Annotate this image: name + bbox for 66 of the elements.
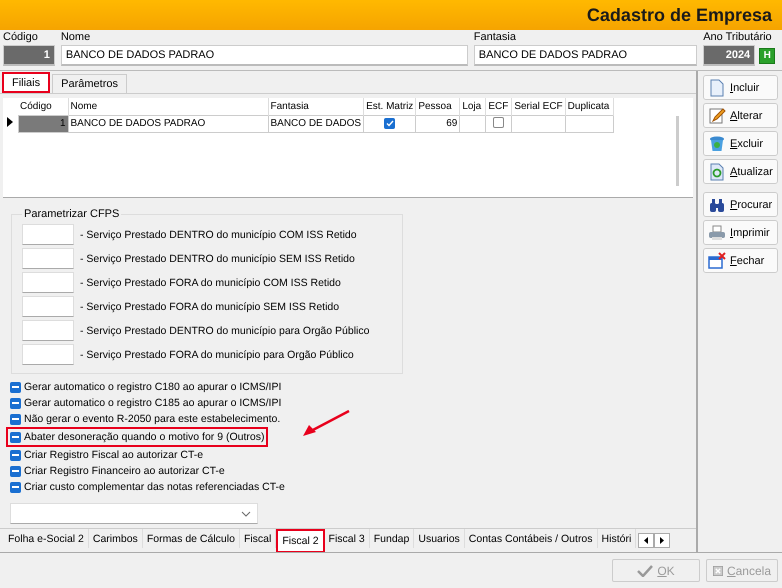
table-cell: BANCO DE DADOS <box>268 115 364 132</box>
printer-icon <box>708 224 726 242</box>
option-label: Criar Registro Financeiro ao autorizar CT-e <box>24 465 225 477</box>
input-field[interactable] <box>22 296 74 317</box>
refresh-icon <box>708 162 726 180</box>
table-cell: 1 <box>18 115 68 132</box>
option-label: Criar Registro Fiscal ao autorizar CT-e <box>24 449 204 461</box>
option-label: Criar custo complementar das notas referenciadas CT-e <box>24 481 285 493</box>
checkbox[interactable] <box>10 482 21 492</box>
toolbar-button[interactable]: Fechar <box>703 248 778 273</box>
field-label: - Serviço Prestado DENTRO do município para Orgão Público <box>80 324 370 336</box>
toolbar-button[interactable]: Procurar <box>703 192 778 217</box>
field-label: - Serviço Prestado DENTRO do município SEM ISS Retido <box>80 252 355 264</box>
scroll-right-button[interactable] <box>654 533 670 548</box>
name-field[interactable]: BANCO DE DADOS PADRAO <box>60 45 468 66</box>
close-window-icon <box>708 252 726 270</box>
triangle-right-icon <box>660 537 664 544</box>
option-label: Abater desoneração quando o motivo for 9 (Outros) <box>24 431 264 443</box>
tab[interactable]: Filiais <box>2 72 50 93</box>
checkbox[interactable] <box>10 414 21 424</box>
field-label: - Serviço Prestado FORA do município para Orgão Público <box>80 348 354 360</box>
field-label: Código <box>3 31 39 45</box>
triangle-left-icon <box>644 537 648 544</box>
input-field[interactable] <box>22 224 74 245</box>
annotation-arrow <box>301 409 352 439</box>
field-label: Nome <box>60 31 92 45</box>
toolbar-button[interactable]: Alterar <box>703 103 778 128</box>
field-label: - Serviço Prestado FORA do município SEM ISS Retido <box>80 300 340 312</box>
year-field[interactable]: 2024 <box>703 45 756 66</box>
field-label: - Serviço Prestado DENTRO do município COM ISS Retido <box>80 228 357 240</box>
tab[interactable]: Parâmetros <box>52 74 127 93</box>
checkbox[interactable] <box>493 116 504 128</box>
toolbar-button[interactable]: Incluir <box>703 75 778 100</box>
toolbar-button[interactable]: Imprimir <box>703 220 778 245</box>
scroll-left-button[interactable] <box>638 533 654 548</box>
checkbox[interactable] <box>384 118 396 128</box>
toolbar-button[interactable]: Excluir <box>703 131 778 156</box>
checkbox[interactable] <box>10 382 21 392</box>
option-label: Não gerar o evento R-2050 para este estabelecimento. <box>24 413 280 425</box>
table-cell: 69 <box>416 115 460 132</box>
pencil-icon <box>708 106 726 124</box>
field-label: Fantasia <box>474 31 517 45</box>
field-label: - Serviço Prestado FORA do município COM ISS Retido <box>80 276 341 288</box>
window-title: Cadastro de Empresa <box>586 4 772 26</box>
trade-name-field[interactable]: BANCO DE DADOS PADRAO <box>474 45 698 66</box>
checkbox[interactable] <box>10 450 21 460</box>
chevron-down-icon <box>241 510 251 516</box>
cancel-icon <box>713 564 723 578</box>
input-field[interactable] <box>22 248 74 269</box>
checkbox[interactable] <box>10 466 21 476</box>
check-icon <box>637 564 654 576</box>
checkbox[interactable] <box>10 432 21 442</box>
code-field[interactable]: 1 <box>3 45 55 66</box>
checkbox[interactable] <box>10 398 21 408</box>
tab[interactable]: Fiscal 2 <box>276 529 325 553</box>
option-label: Gerar automatico o registro C185 ao apurar o ICMS/IPI <box>24 397 282 409</box>
option-label: Gerar automatico o registro C180 ao apurar o ICMS/IPI <box>24 381 282 393</box>
field-label: Ano Tributário <box>703 31 773 45</box>
trash-icon <box>708 134 726 152</box>
document-icon <box>708 78 726 96</box>
input-field[interactable] <box>22 320 74 341</box>
input-field[interactable] <box>22 272 74 293</box>
table-cell: BANCO DE DADOS PADRAO <box>68 115 268 132</box>
group-title: Parametrizar CFPS <box>23 208 120 220</box>
toolbar-button[interactable]: Atualizar <box>703 159 778 184</box>
input-field[interactable] <box>22 344 74 365</box>
